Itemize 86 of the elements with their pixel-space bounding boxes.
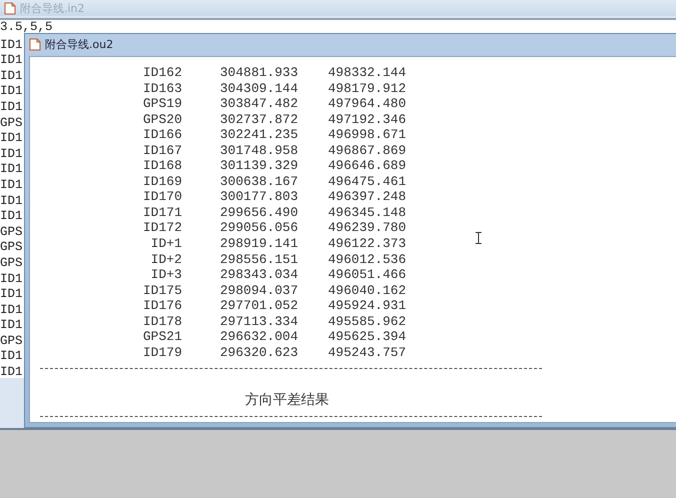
point-name: ID162 [142, 65, 182, 81]
text-line: 3.5,5,5 [0, 20, 53, 36]
text-line: GPS [0, 116, 23, 132]
point-name: ID163 [142, 80, 182, 96]
x-coordinate: 300177.803 [220, 189, 298, 205]
y-coordinate: 497192.346 [328, 112, 406, 128]
y-coordinate: 495924.931 [328, 298, 406, 314]
point-name: ID171 [142, 204, 182, 220]
point-name: ID170 [142, 189, 182, 205]
x-coordinate: 304881.933 [220, 65, 298, 81]
point-name: ID+1 [150, 236, 182, 252]
x-coordinate: 296320.623 [220, 344, 298, 360]
y-coordinate: 496012.536 [328, 252, 406, 268]
point-name: ID178 [142, 314, 182, 330]
text-line: ID1 [0, 349, 23, 366]
text-line: ID1 [0, 272, 23, 288]
point-name: ID175 [142, 282, 182, 298]
y-coordinate: 495625.394 [328, 329, 406, 345]
y-coordinate: 496646.689 [328, 158, 406, 174]
text-line: ID1 [0, 53, 23, 69]
text-line: ID1 [0, 68, 23, 84]
text-line: GPS [0, 256, 23, 272]
x-coordinate: 297113.334 [220, 314, 298, 330]
y-coordinate: 496397.248 [328, 189, 406, 205]
text-line: ID1 [0, 146, 23, 162]
text-line: ID1 [0, 365, 23, 381]
point-name: GPS21 [142, 329, 182, 345]
point-name: ID169 [142, 174, 182, 190]
text-line: ID1 [0, 162, 23, 178]
window-title: 附合导线.in2 [20, 0, 85, 16]
y-coordinate: 495243.757 [328, 344, 406, 360]
x-coordinate: 301139.329 [220, 158, 298, 174]
point-name: ID167 [142, 142, 182, 158]
point-name: GPS19 [142, 96, 182, 112]
y-coordinate: 496998.671 [328, 127, 406, 143]
y-coordinate: 496345.148 [328, 204, 406, 220]
x-coordinate: 304309.144 [220, 80, 298, 96]
x-coordinate: 302241.235 [220, 127, 298, 143]
document-icon [29, 38, 41, 51]
x-coordinate: 298919.141 [220, 236, 298, 252]
text-line: ID1 [0, 318, 23, 334]
y-coordinate: 496867.869 [328, 142, 406, 158]
text-line: GPS [0, 224, 23, 240]
text-line: ID1 [0, 178, 23, 194]
x-coordinate: 298343.034 [220, 267, 298, 283]
x-coordinate: 298094.037 [220, 282, 298, 298]
text-line: ID1 [0, 302, 23, 318]
x-coordinate: 302737.872 [220, 112, 298, 128]
text-line: ID1 [0, 38, 23, 54]
x-coordinate: 299656.490 [220, 204, 298, 220]
text-line: ID1 [0, 194, 23, 210]
text-line: ID1 [0, 287, 23, 303]
y-coordinate: 496051.466 [328, 267, 406, 283]
point-name: GPS20 [142, 112, 182, 128]
point-name: ID179 [142, 344, 182, 360]
document-icon [4, 2, 16, 14]
y-coordinate: 496239.780 [328, 220, 406, 236]
x-coordinate: 303847.482 [220, 96, 298, 112]
point-name: ID+2 [150, 252, 182, 268]
y-coordinate: 498332.144 [328, 65, 406, 81]
point-name: ID+3 [150, 267, 182, 283]
y-coordinate: 496040.162 [328, 282, 406, 298]
text-line: ID1 [0, 209, 23, 225]
x-coordinate: 299056.056 [220, 220, 298, 236]
text-line: GPS [0, 334, 23, 350]
text-line: ID1 [0, 100, 23, 116]
section-title: 方向平差结果 [245, 391, 329, 410]
y-coordinate: 495585.962 [328, 314, 406, 330]
text-line: ID1 [0, 84, 23, 100]
text-cursor-icon [475, 232, 482, 244]
point-name: ID166 [142, 127, 182, 143]
text-line: GPS [0, 240, 23, 256]
x-coordinate: 296632.004 [220, 329, 298, 345]
y-coordinate: 497964.480 [328, 96, 406, 112]
x-coordinate: 297701.052 [220, 298, 298, 314]
text-line: ID1 [0, 131, 23, 147]
y-coordinate: 498179.912 [328, 80, 406, 96]
window-title: 附合导线.ou2 [45, 37, 114, 52]
point-name: ID168 [142, 158, 182, 174]
x-coordinate: 298556.151 [220, 252, 298, 268]
y-coordinate: 496122.373 [328, 236, 406, 252]
point-name: ID172 [142, 220, 182, 236]
y-coordinate: 496475.461 [328, 174, 406, 190]
x-coordinate: 300638.167 [220, 174, 298, 190]
point-name: ID176 [142, 298, 182, 314]
x-coordinate: 301748.958 [220, 142, 298, 158]
